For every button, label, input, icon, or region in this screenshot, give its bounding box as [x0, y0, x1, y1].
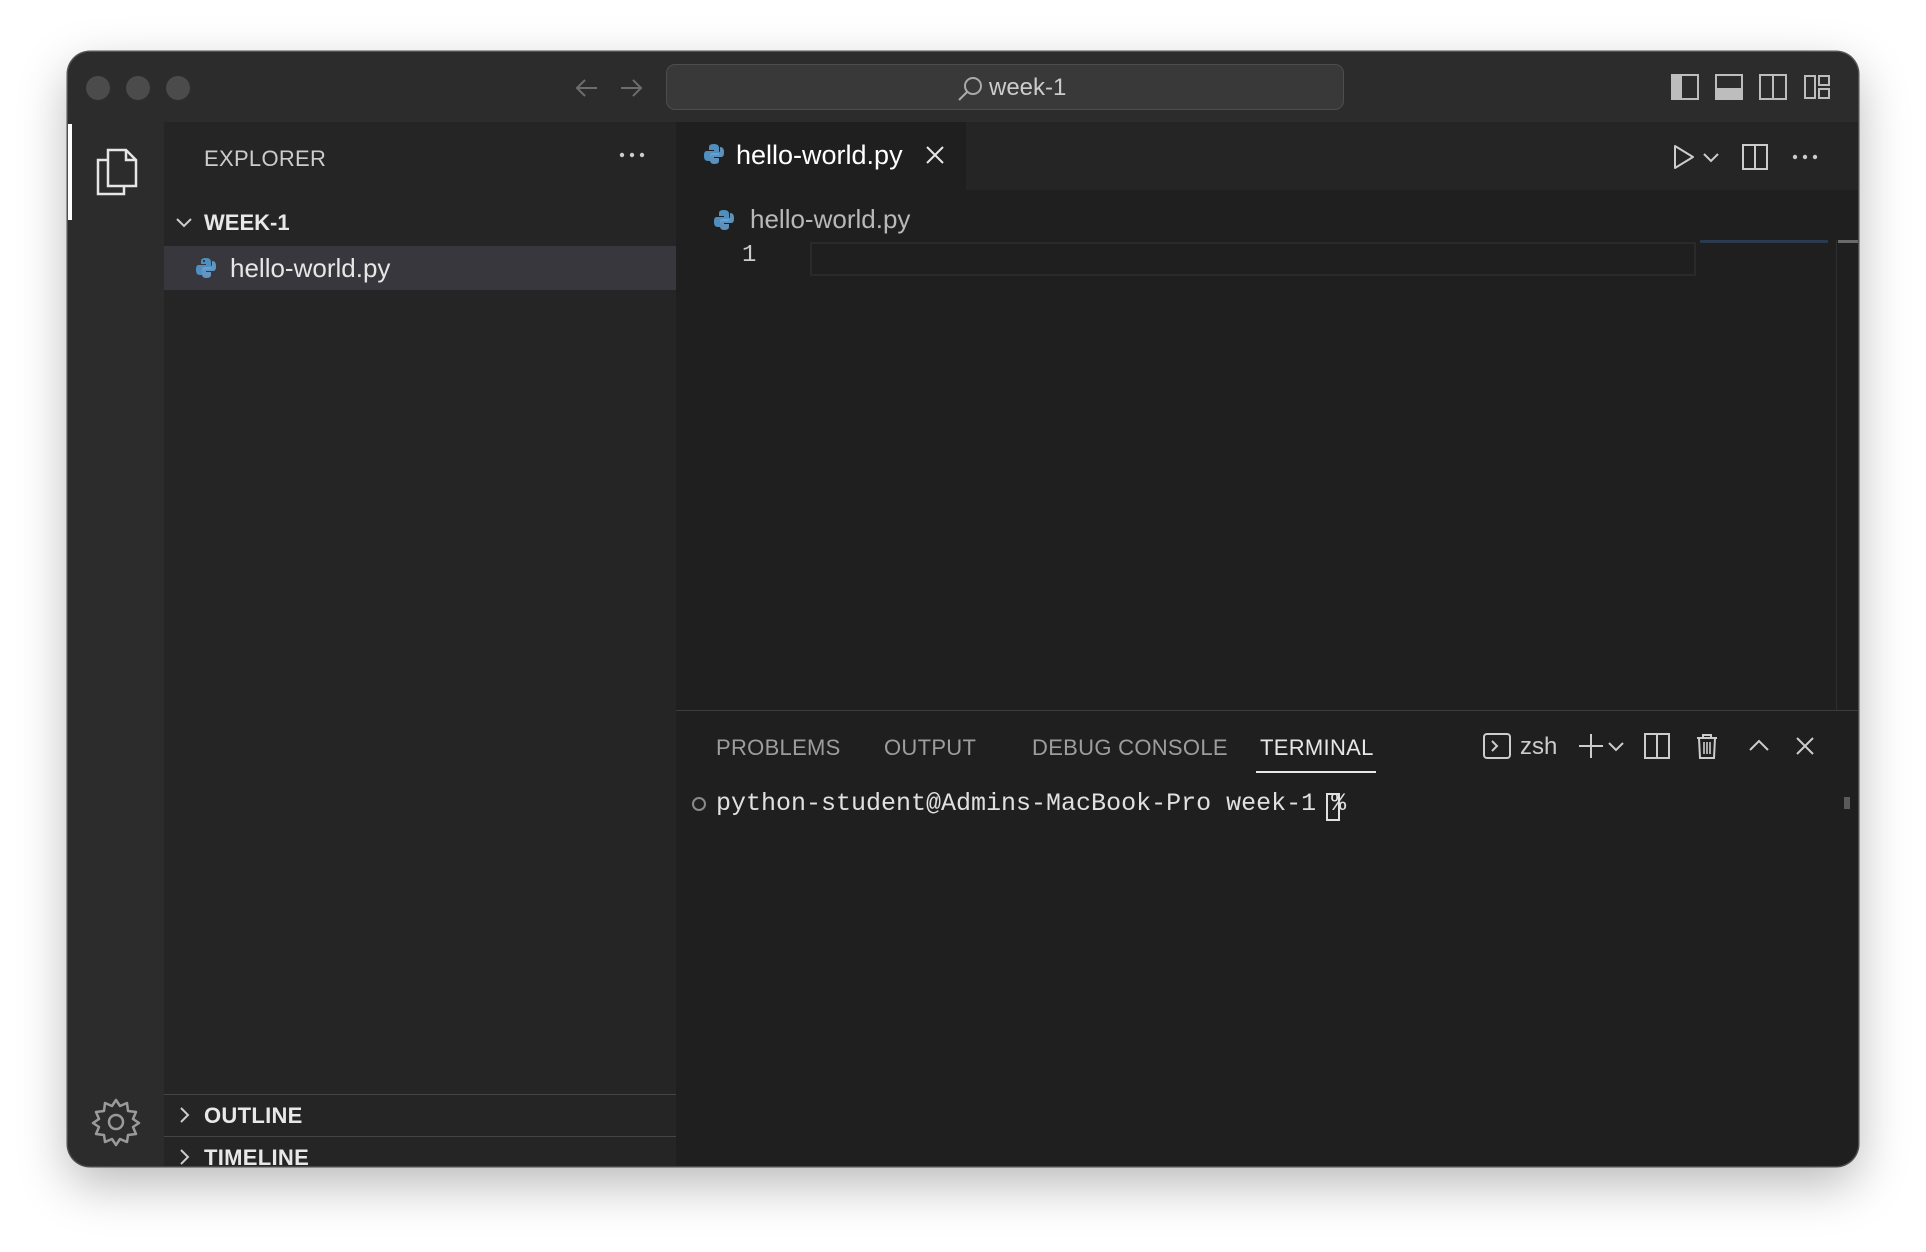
search-icon: [958, 77, 982, 101]
forward-arrow-icon[interactable]: [616, 74, 646, 102]
toggle-panel-icon[interactable]: [1714, 72, 1744, 102]
activity-bar: [68, 122, 164, 1166]
split-terminal-icon[interactable]: [1642, 731, 1672, 761]
maximize-window-button[interactable]: [166, 76, 190, 100]
section-outline[interactable]: OUTLINE: [164, 1094, 676, 1136]
chevron-right-icon: [180, 1149, 190, 1165]
split-editor-icon[interactable]: [1740, 142, 1770, 172]
editor-tab-bar: hello-world.py: [676, 122, 1858, 190]
maximize-panel-chevron-up-icon[interactable]: [1744, 731, 1774, 761]
editor-more-actions-icon[interactable]: [1788, 142, 1822, 172]
explorer-files-icon[interactable]: [92, 146, 140, 198]
explorer-sidebar: EXPLORER WEEK-1 hello-world.py OUTLINE T…: [164, 122, 676, 1166]
chevron-right-icon: [180, 1107, 190, 1123]
folder-week-1[interactable]: WEEK-1: [164, 202, 676, 242]
vscode-window: week-1 EXPLORER WEEK-1 hello-world.py OU…: [68, 52, 1858, 1166]
folder-label: WEEK-1: [204, 210, 290, 235]
settings-gear-icon[interactable]: [90, 1096, 142, 1148]
close-panel-icon[interactable]: [1790, 731, 1820, 761]
section-label: OUTLINE: [204, 1103, 303, 1128]
breadcrumb-label: hello-world.py: [750, 204, 911, 234]
command-center-search[interactable]: week-1: [666, 64, 1344, 110]
minimap-viewport[interactable]: [1700, 240, 1828, 243]
tab-hello-world[interactable]: hello-world.py: [676, 122, 966, 190]
tab-output[interactable]: OUTPUT: [884, 735, 976, 761]
sidebar-title: EXPLORER: [204, 146, 327, 171]
terminal-prompt[interactable]: python-student@Admins-MacBook-Pro week-1…: [716, 789, 1346, 818]
terminal-scrollbar[interactable]: [1844, 797, 1850, 809]
toggle-primary-sidebar-icon[interactable]: [1670, 72, 1700, 102]
run-python-file-icon[interactable]: [1668, 142, 1698, 172]
active-view-indicator: [68, 124, 72, 220]
customize-layout-icon[interactable]: [1802, 72, 1832, 102]
editor-scrollbar[interactable]: [1836, 240, 1858, 710]
active-tab-underline: [1256, 771, 1376, 773]
tab-problems[interactable]: PROBLEMS: [716, 735, 841, 761]
code-editor[interactable]: hello-world.py 1: [676, 190, 1858, 710]
chevron-down-icon: [176, 218, 192, 228]
command-center-label: week-1: [989, 74, 1067, 101]
minimize-window-button[interactable]: [126, 76, 150, 100]
current-line-highlight[interactable]: [810, 242, 1696, 276]
terminal-shell-label[interactable]: zsh: [1520, 733, 1557, 761]
tab-terminal[interactable]: TERMINAL: [1260, 735, 1374, 761]
back-arrow-icon[interactable]: [572, 74, 602, 102]
tab-label: hello-world.py: [736, 140, 903, 170]
python-file-icon: [714, 210, 734, 230]
more-actions-icon[interactable]: [612, 140, 652, 170]
section-timeline[interactable]: TIMELINE: [164, 1136, 676, 1166]
new-terminal-plus-icon[interactable]: [1576, 731, 1606, 761]
bottom-panel: PROBLEMS OUTPUT DEBUG CONSOLE TERMINAL z…: [676, 710, 1858, 1166]
file-label: hello-world.py: [230, 253, 391, 283]
run-options-chevron-icon[interactable]: [1700, 142, 1722, 172]
kill-terminal-trash-icon[interactable]: [1692, 731, 1722, 761]
close-window-button[interactable]: [86, 76, 110, 100]
title-bar: week-1: [68, 52, 1858, 122]
file-item-hello-world[interactable]: hello-world.py: [164, 246, 676, 290]
terminal-status-circle-icon: [692, 797, 706, 811]
scrollbar-marker: [1838, 240, 1858, 243]
tab-debug-console[interactable]: DEBUG CONSOLE: [1032, 735, 1228, 761]
close-tab-icon[interactable]: [924, 144, 946, 166]
toggle-secondary-sidebar-icon[interactable]: [1758, 72, 1788, 102]
python-file-icon: [704, 144, 724, 164]
terminal-icon: [1483, 733, 1511, 759]
section-label: TIMELINE: [204, 1145, 310, 1166]
terminal-launch-chevron-icon[interactable]: [1606, 731, 1626, 761]
python-file-icon: [196, 258, 216, 278]
line-number: 1: [742, 242, 757, 269]
terminal-cursor: [1326, 793, 1340, 821]
